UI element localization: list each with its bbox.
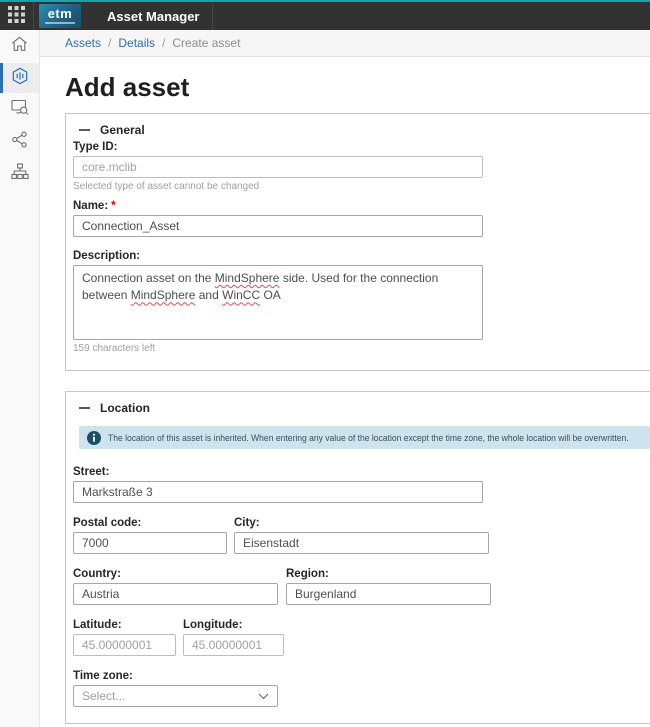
postal-city-row: Postal code: City:	[73, 517, 650, 554]
header-divider	[33, 2, 34, 30]
header-divider	[212, 2, 213, 30]
top-bar: etm Asset Manager	[0, 0, 650, 30]
app-title: Asset Manager	[107, 9, 199, 24]
breadcrumb-details[interactable]: Details	[118, 36, 155, 50]
sidebar-item-sharing[interactable]	[0, 127, 39, 157]
description-label: Description:	[73, 250, 650, 262]
required-asterisk: *	[111, 200, 115, 212]
type-id-input	[73, 156, 483, 178]
street-field-group: Street:	[73, 466, 650, 503]
region-label: Region:	[286, 568, 491, 580]
description-textarea[interactable]: Connection asset on the MindSphere side.…	[73, 265, 483, 340]
location-section: Location The location of this asset is i…	[65, 391, 650, 724]
timezone-select[interactable]: Select...	[73, 685, 278, 707]
breadcrumb-assets[interactable]: Assets	[65, 36, 101, 50]
info-icon	[87, 431, 101, 445]
type-id-hint: Selected type of asset cannot be changed	[73, 181, 650, 192]
country-label: Country:	[73, 568, 278, 580]
lat-long-row: Latitude: Longitude:	[73, 619, 650, 656]
sidebar-item-library[interactable]	[0, 95, 39, 125]
misspelled-word: MindSphere	[131, 288, 196, 302]
timezone-label: Time zone:	[73, 670, 278, 682]
collapse-icon[interactable]	[79, 407, 90, 409]
name-label: Name:*	[73, 200, 650, 212]
type-id-field-group: Type ID: Selected type of asset cannot b…	[73, 141, 650, 192]
asset-hexagon-icon	[11, 67, 29, 90]
country-region-row: Country: Region:	[73, 568, 650, 605]
main-content: Add asset General Type ID: Selected type…	[40, 57, 650, 727]
collapse-icon[interactable]	[79, 129, 90, 131]
type-id-label: Type ID:	[73, 141, 650, 153]
longitude-input	[183, 634, 284, 656]
latitude-label: Latitude:	[73, 619, 176, 631]
asset-manager-app: etm Asset Manager	[0, 0, 650, 727]
city-input[interactable]	[234, 532, 489, 554]
breadcrumb-separator: /	[162, 36, 165, 50]
timezone-select-value: Select...	[82, 689, 125, 703]
description-field-group: Description: Connection asset on the Min…	[73, 250, 650, 354]
page-title: Add asset	[65, 72, 650, 102]
location-section-title: Location	[100, 401, 150, 415]
street-label: Street:	[73, 466, 483, 478]
home-icon	[11, 36, 28, 57]
city-label: City:	[234, 517, 489, 529]
postal-code-input[interactable]	[73, 532, 227, 554]
chevron-down-icon	[258, 693, 269, 700]
latitude-input	[73, 634, 176, 656]
name-field-group: Name:*	[73, 200, 650, 237]
sidebar-item-hierarchy[interactable]	[0, 159, 39, 189]
etm-logo-text: etm	[48, 8, 73, 20]
street-input[interactable]	[73, 481, 483, 503]
breadcrumb: Assets / Details / Create asset	[40, 30, 650, 57]
breadcrumb-current: Create asset	[172, 36, 240, 50]
misspelled-word: MindSphere	[215, 271, 280, 285]
grid-icon	[8, 6, 25, 26]
postal-code-label: Postal code:	[73, 517, 227, 529]
misspelled-word: WinCC	[222, 288, 260, 302]
etm-logo: etm	[39, 4, 81, 28]
share-icon	[11, 131, 28, 153]
general-section: General Type ID: Selected type of asset …	[65, 113, 650, 371]
general-section-title: General	[100, 123, 145, 137]
characters-left-hint: 159 characters left	[73, 343, 650, 354]
timezone-field-group: Time zone: Select...	[73, 670, 650, 707]
breadcrumb-separator: /	[108, 36, 111, 50]
sidebar-item-assets[interactable]	[0, 63, 39, 93]
org-tree-icon	[11, 163, 29, 185]
monitor-search-icon	[11, 99, 29, 121]
longitude-label: Longitude:	[183, 619, 284, 631]
info-banner: The location of this asset is inherited.…	[79, 426, 650, 449]
region-input[interactable]	[286, 583, 491, 605]
info-banner-text: The location of this asset is inherited.…	[108, 433, 629, 443]
country-input[interactable]	[73, 583, 278, 605]
app-switcher-button[interactable]	[0, 2, 33, 30]
sidebar	[0, 30, 40, 727]
etm-logo-subline	[45, 22, 75, 24]
sidebar-item-home[interactable]	[0, 31, 39, 61]
name-input[interactable]	[73, 215, 483, 237]
